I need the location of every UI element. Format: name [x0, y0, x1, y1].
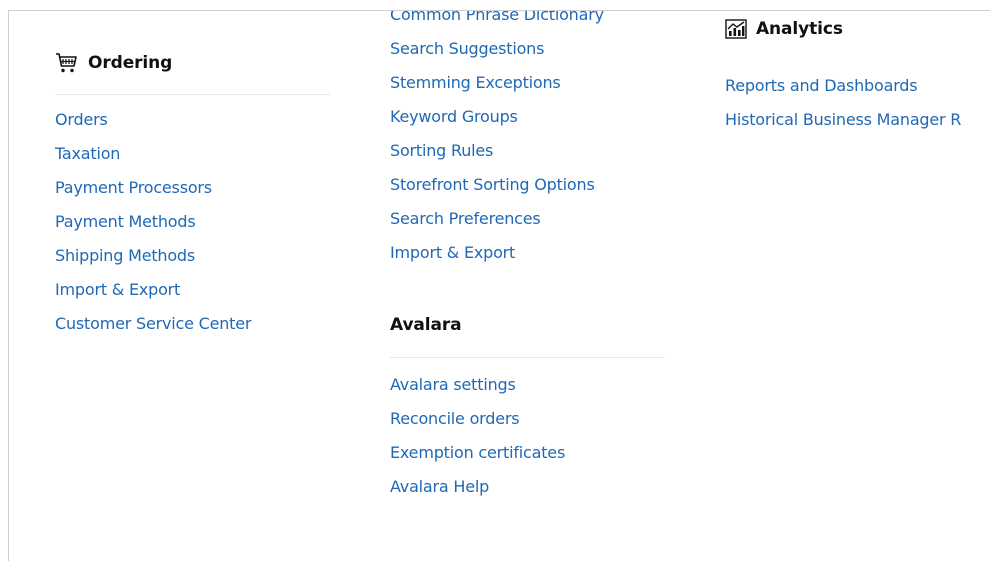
search-suggestions-link[interactable]: Search Suggestions [390, 39, 544, 58]
list-item: Import & Export [390, 243, 604, 277]
avalara-header: Avalara [390, 315, 462, 335]
ordering-links: Orders Taxation Payment Processors Payme… [55, 110, 251, 348]
list-item: Historical Business Manager R [725, 110, 961, 144]
avalara-divider [390, 357, 665, 358]
list-item: Payment Processors [55, 178, 251, 212]
ordering-title: Ordering [88, 53, 173, 73]
list-item: Taxation [55, 144, 251, 178]
analytics-chart-icon [725, 19, 747, 39]
admin-menu-panel: Ordering Orders Taxation Payment Process… [8, 10, 990, 561]
list-item: Orders [55, 110, 251, 144]
list-item: Customer Service Center [55, 314, 251, 348]
shopping-cart-icon [55, 51, 79, 75]
common-phrase-dictionary-link[interactable]: Common Phrase Dictionary [390, 11, 604, 24]
list-item: Exemption certificates [390, 443, 565, 477]
avalara-title: Avalara [390, 315, 462, 335]
list-item: Search Preferences [390, 209, 604, 243]
sorting-rules-link[interactable]: Sorting Rules [390, 141, 493, 160]
list-item: Avalara Help [390, 477, 565, 511]
list-item: Storefront Sorting Options [390, 175, 604, 209]
ordering-header: Ordering [55, 51, 172, 75]
search-preferences-link[interactable]: Search Preferences [390, 209, 541, 228]
taxation-link[interactable]: Taxation [55, 144, 120, 163]
reports-and-dashboards-link[interactable]: Reports and Dashboards [725, 76, 918, 95]
storefront-sorting-options-link[interactable]: Storefront Sorting Options [390, 175, 595, 194]
ordering-divider [55, 94, 330, 95]
avalara-help-link[interactable]: Avalara Help [390, 477, 489, 496]
payment-methods-link[interactable]: Payment Methods [55, 212, 196, 231]
list-item: Stemming Exceptions [390, 73, 604, 107]
list-item: Import & Export [55, 280, 251, 314]
list-item: Keyword Groups [390, 107, 604, 141]
analytics-header: Analytics [725, 19, 843, 39]
avalara-settings-link[interactable]: Avalara settings [390, 375, 516, 394]
analytics-links: Reports and Dashboards Historical Busine… [725, 76, 961, 144]
list-item: Reports and Dashboards [725, 76, 961, 110]
exemption-certificates-link[interactable]: Exemption certificates [390, 443, 565, 462]
ordering-import-export-link[interactable]: Import & Export [55, 280, 180, 299]
search-links: Common Phrase Dictionary Search Suggesti… [390, 11, 604, 277]
search-import-export-link[interactable]: Import & Export [390, 243, 515, 262]
historical-business-manager-link[interactable]: Historical Business Manager R [725, 110, 961, 129]
avalara-links: Avalara settings Reconcile orders Exempt… [390, 375, 565, 511]
analytics-title: Analytics [756, 19, 843, 39]
list-item: Avalara settings [390, 375, 565, 409]
list-item: Shipping Methods [55, 246, 251, 280]
list-item: Payment Methods [55, 212, 251, 246]
shipping-methods-link[interactable]: Shipping Methods [55, 246, 195, 265]
list-item: Common Phrase Dictionary [390, 11, 604, 39]
list-item: Search Suggestions [390, 39, 604, 73]
stemming-exceptions-link[interactable]: Stemming Exceptions [390, 73, 561, 92]
list-item: Sorting Rules [390, 141, 604, 175]
orders-link[interactable]: Orders [55, 110, 108, 129]
list-item: Reconcile orders [390, 409, 565, 443]
payment-processors-link[interactable]: Payment Processors [55, 178, 212, 197]
customer-service-center-link[interactable]: Customer Service Center [55, 314, 251, 333]
keyword-groups-link[interactable]: Keyword Groups [390, 107, 518, 126]
reconcile-orders-link[interactable]: Reconcile orders [390, 409, 520, 428]
